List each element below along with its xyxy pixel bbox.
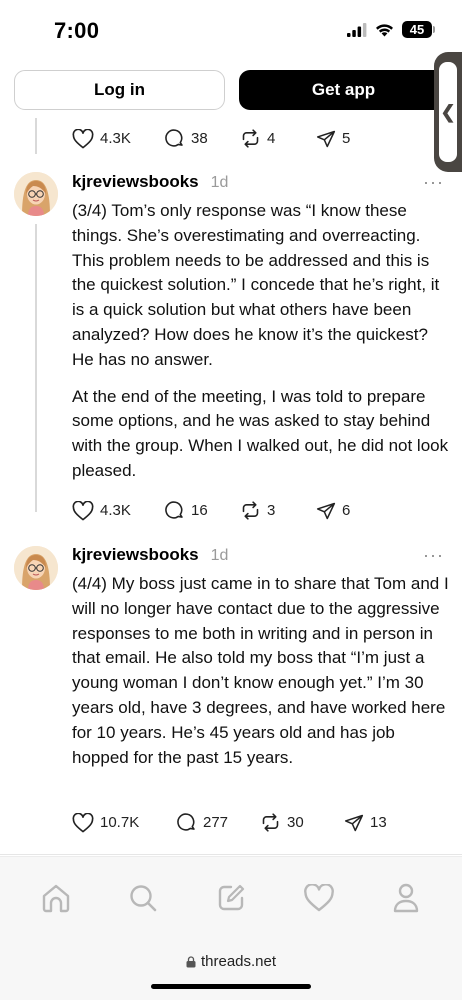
share-count: 13 [370, 814, 387, 831]
like-action[interactable]: 4.3K [72, 500, 164, 521]
send-icon [344, 814, 364, 831]
reply-count: 38 [191, 130, 208, 147]
like-count: 4.3K [100, 130, 131, 147]
post-paragraph: At the end of the meeting, I was told to… [72, 386, 449, 480]
heart-icon [72, 812, 94, 832]
nav-home[interactable] [31, 873, 81, 923]
repost-action[interactable]: 30 [260, 812, 344, 833]
nav-compose[interactable] [206, 873, 256, 923]
thread-connector [35, 118, 37, 154]
heart-icon [303, 883, 334, 911]
side-drawer-handle: ❮ [439, 62, 457, 162]
nav-search[interactable] [118, 873, 168, 923]
battery-indicator: 45 [402, 21, 435, 38]
home-icon [42, 884, 69, 912]
get-app-button[interactable]: Get app [239, 70, 448, 110]
chevron-left-icon: ❮ [440, 101, 456, 122]
browser-url-bar[interactable]: threads.net [0, 938, 462, 1000]
action-row: 4.3K 16 3 6 [72, 500, 350, 521]
search-icon [130, 884, 157, 911]
repost-icon [262, 813, 279, 832]
avatar-illustration-icon [14, 546, 58, 590]
status-icons: 45 [347, 21, 435, 38]
post-header: kjreviewsbooks 1d [72, 172, 228, 192]
repost-icon [242, 129, 259, 148]
repost-action[interactable]: 3 [240, 500, 316, 521]
url-display: threads.net [0, 953, 462, 970]
reply-icon [165, 501, 183, 519]
login-button[interactable]: Log in [14, 70, 225, 110]
wifi-icon [376, 23, 393, 36]
action-row: 4.3K 38 4 5 [72, 128, 350, 149]
avatar[interactable] [14, 172, 58, 216]
repost-action[interactable]: 4 [240, 128, 316, 149]
bottom-nav [0, 856, 462, 938]
post-username[interactable]: kjreviewsbooks [72, 172, 199, 192]
send-icon [316, 130, 336, 147]
repost-count: 30 [287, 814, 304, 831]
reply-action[interactable]: 38 [164, 128, 240, 149]
avatar-illustration-icon [14, 172, 58, 216]
share-count: 6 [342, 502, 351, 519]
lock-icon [186, 955, 196, 967]
compose-icon [218, 884, 245, 910]
like-action[interactable]: 4.3K [72, 128, 164, 149]
post-paragraph: (3/4) Tom’s only response was “I know th… [72, 201, 440, 369]
nav-profile[interactable] [381, 873, 431, 923]
side-drawer-tab[interactable]: ❮ [434, 52, 462, 172]
reply-action[interactable]: 16 [164, 500, 240, 521]
heart-icon [72, 500, 94, 520]
post-body: (3/4) Tom’s only response was “I know th… [72, 199, 450, 484]
home-indicator[interactable] [151, 984, 311, 989]
like-count: 10.7K [100, 814, 140, 831]
post-timestamp: 1d [210, 174, 229, 191]
share-action[interactable]: 13 [344, 813, 387, 833]
like-action[interactable]: 10.7K [72, 812, 176, 833]
auth-bar: Log in Get app [14, 70, 448, 110]
post-paragraph: (4/4) My boss just came in to share that… [72, 574, 449, 767]
status-bar: 7:00 45 [0, 0, 462, 62]
share-action[interactable]: 6 [316, 501, 350, 521]
action-row: 10.7K 277 30 13 [72, 812, 387, 833]
signal-icon [347, 22, 367, 37]
thread-connector [35, 224, 37, 512]
nav-activity[interactable] [294, 873, 344, 923]
reply-icon [177, 813, 195, 831]
repost-count: 4 [267, 130, 276, 147]
share-count: 5 [342, 130, 351, 147]
avatar[interactable] [14, 546, 58, 590]
like-count: 4.3K [100, 502, 131, 519]
reply-icon [165, 129, 183, 147]
post-body: (4/4) My boss just came in to share that… [72, 572, 450, 770]
send-icon [316, 502, 336, 519]
repost-count: 3 [267, 502, 276, 519]
post-divider [0, 854, 462, 855]
post-header: kjreviewsbooks 1d [72, 545, 228, 565]
reply-action[interactable]: 277 [176, 812, 260, 833]
heart-icon [72, 128, 94, 148]
share-action[interactable]: 5 [316, 129, 350, 149]
post-timestamp: 1d [210, 547, 229, 564]
more-options-icon[interactable]: ··· [423, 172, 444, 193]
more-options-icon[interactable]: ··· [423, 545, 444, 566]
profile-icon [393, 883, 419, 912]
url-text: threads.net [200, 953, 277, 970]
status-time: 7:00 [54, 18, 100, 43]
repost-icon [242, 501, 259, 520]
reply-count: 277 [203, 814, 229, 831]
reply-count: 16 [191, 502, 208, 519]
post-username[interactable]: kjreviewsbooks [72, 545, 199, 565]
